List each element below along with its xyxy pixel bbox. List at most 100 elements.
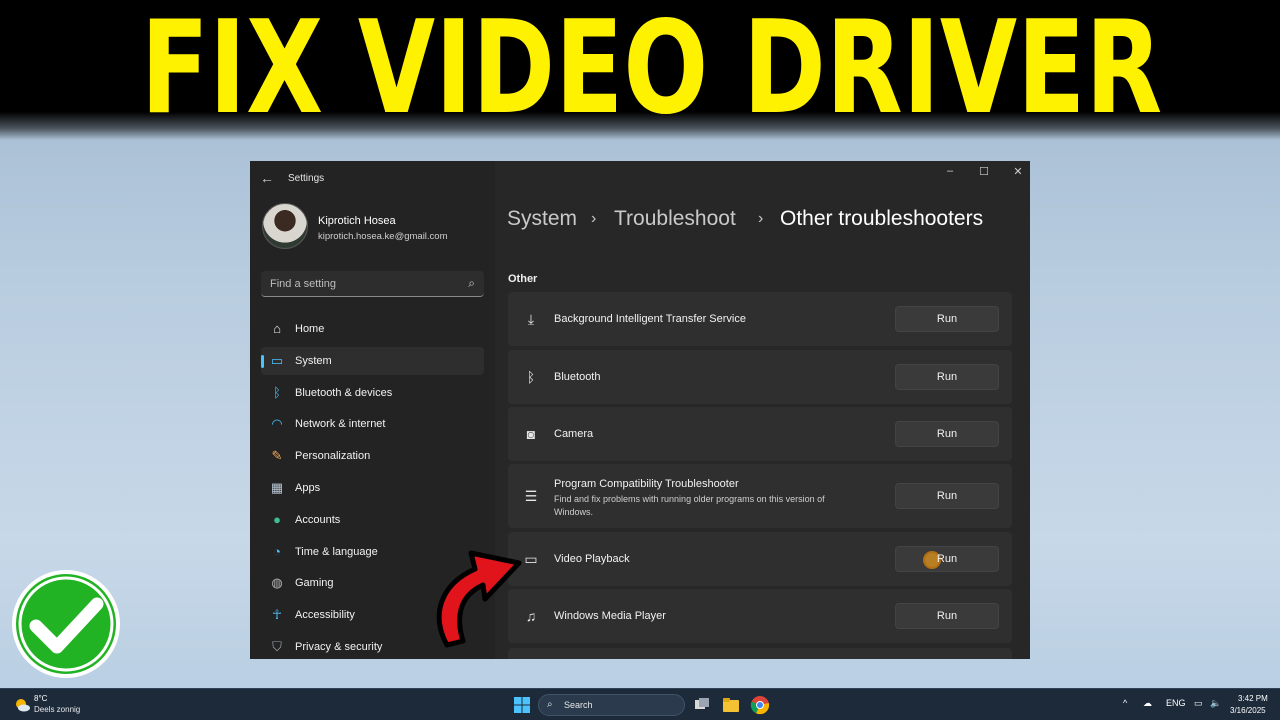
run-button-label: Run [936, 313, 958, 325]
sidebar-item-system[interactable]: ▭ System [261, 346, 484, 375]
troubleshooter-item: ♫ Windows Media Player Run [508, 589, 1012, 643]
run-button-label: Run [936, 428, 958, 440]
user-email: kiprotich.hosea.ke@gmail.com [318, 231, 448, 242]
troubleshooter-title: Camera [554, 428, 594, 440]
settings-window: ← Settings Kiprotich Hosea kiprotich.hos… [250, 161, 1030, 659]
check-badge-icon [12, 570, 120, 678]
breadcrumb-current: Other troubleshooters [780, 207, 984, 230]
brush-icon: ✎ [271, 448, 283, 464]
sidebar-item-label: Apps [295, 482, 321, 494]
section-label-other: Other [508, 273, 538, 285]
download-icon: ⤓ [527, 311, 535, 327]
camera-icon: ◙ [526, 426, 536, 442]
shield-icon: ⛉ [272, 639, 282, 654]
sidebar-item-personalization[interactable]: ✎ Personalization [261, 442, 484, 470]
sidebar-item-label: Personalization [295, 450, 371, 463]
breadcrumb-separator: › [591, 210, 597, 227]
weather-icon[interactable] [13, 696, 31, 714]
run-button[interactable]: Run [895, 603, 999, 629]
taskbar: 8°C Deels zonnig ⌕ Search ^ ☁ ENG ▭ 🔈 3:… [0, 688, 1280, 720]
run-button[interactable]: Run [895, 483, 999, 509]
globe-clock-icon: ◔ [273, 543, 281, 559]
start-icon[interactable] [512, 695, 532, 715]
troubleshooter-description: Find and fix problems with running older… [554, 494, 825, 517]
list-item-partial [508, 648, 1012, 659]
search-input[interactable]: Find a setting ⌕ [261, 271, 484, 297]
search-icon: ⌕ [547, 699, 553, 710]
sidebar-item-network-internet[interactable]: ◠ Network & internet [261, 410, 484, 438]
troubleshooter-item: ▭ Video Playback Run [508, 532, 1012, 586]
troubleshooter-title: Bluetooth [554, 371, 601, 383]
troubleshooter-item: ◙ Camera Run [508, 407, 1012, 461]
sidebar-item-bluetooth-devices[interactable]: ᛒ Bluetooth & devices [261, 379, 484, 407]
sidebar-item-label: Bluetooth & devices [295, 386, 393, 399]
sidebar-item-label: Accessibility [295, 609, 355, 622]
sidebar-item-apps[interactable]: ▦ Apps [261, 474, 484, 502]
breadcrumb-system[interactable]: System [507, 207, 577, 231]
run-button-label: Run [936, 490, 958, 502]
run-button-label: Run [936, 371, 958, 383]
maximize-button[interactable]: ☐ [974, 165, 994, 178]
account-icon: ● [273, 511, 281, 527]
avatar[interactable] [262, 203, 308, 249]
volume-icon[interactable]: 🔈 [1210, 698, 1221, 709]
run-button[interactable]: Run [895, 364, 999, 390]
accessibility-icon: ☥ [272, 607, 282, 623]
troubleshooter-title: Windows Media Player [554, 610, 666, 622]
network-icon[interactable]: ▭ [1194, 698, 1203, 709]
breadcrumb-troubleshoot[interactable]: Troubleshoot [614, 207, 736, 231]
home-icon: ⌂ [273, 321, 281, 336]
weather-desc: Deels zonnig [34, 705, 81, 714]
chevron-up-icon[interactable]: ^ [1123, 698, 1127, 708]
back-arrow-icon[interactable]: ← [260, 170, 274, 186]
minimize-button[interactable]: – [940, 165, 960, 177]
headline-title: FIX VIDEO DRIVER [140, 0, 1163, 143]
troubleshooter-item: ᛒ Bluetooth Run [508, 350, 1012, 404]
sidebar-item-label: Privacy & security [295, 641, 383, 653]
close-button[interactable]: ✕ [1008, 165, 1028, 178]
clock-date[interactable]: 3/16/2025 [1230, 706, 1266, 715]
headline-banner: FIX VIDEO DRIVER [0, 0, 1280, 140]
sidebar-item-label: Network & internet [295, 418, 386, 431]
taskbar-search-label: Search [564, 700, 593, 710]
main-panel: – ☐ ✕ System › Troubleshoot › Other trou… [495, 161, 1030, 659]
troubleshooter-title: Program Compatibility Troubleshooter [554, 478, 739, 490]
breadcrumb-separator: › [758, 210, 764, 227]
list-icon: ☰ [524, 488, 538, 504]
sidebar-item-label: Gaming [295, 577, 334, 590]
sidebar-item-label: Accounts [295, 513, 341, 526]
troubleshooter-item: ⤓ Background Intelligent Transfer Service… [508, 292, 1012, 346]
chrome-icon[interactable] [750, 695, 770, 715]
run-button[interactable]: Run [895, 306, 999, 332]
weather-temp: 8°C [34, 694, 48, 703]
sidebar-item-label: Time & language [295, 545, 378, 558]
troubleshooter-title: Background Intelligent Transfer Service [554, 313, 746, 325]
onedrive-icon[interactable]: ☁ [1143, 698, 1152, 709]
bluetooth-icon: ᛒ [526, 369, 536, 385]
run-button-label: Run [936, 553, 958, 565]
wifi-icon: ◠ [271, 416, 283, 432]
window-title: Settings [288, 173, 325, 184]
sidebar-item-home[interactable]: ⌂ Home [261, 315, 484, 343]
red-arrow-icon [436, 550, 522, 648]
file-explorer-icon[interactable] [721, 695, 741, 715]
clock-time[interactable]: 3:42 PM [1238, 694, 1268, 703]
search-icon[interactable]: ⌕ [468, 276, 475, 291]
run-button[interactable]: Run [895, 546, 999, 572]
run-button[interactable]: Run [895, 421, 999, 447]
sidebar-item-label: System [295, 354, 332, 367]
monitor-icon: ▭ [270, 352, 284, 368]
gamepad-icon: ◍ [271, 575, 283, 591]
user-name: Kiprotich Hosea [318, 215, 396, 227]
run-button-label: Run [936, 610, 958, 622]
sidebar-item-accounts[interactable]: ● Accounts [261, 506, 484, 534]
apps-icon: ▦ [270, 480, 284, 495]
task-view-icon[interactable] [692, 695, 712, 715]
bluetooth-icon: ᛒ [273, 384, 281, 400]
language-indicator[interactable]: ENG [1166, 698, 1186, 708]
sidebar-item-label: Home [295, 323, 325, 335]
troubleshooter-item: ☰ Program Compatibility Troubleshooter Fin… [508, 464, 1012, 528]
search-placeholder: Find a setting [270, 278, 337, 290]
troubleshooter-title: Video Playback [554, 553, 630, 565]
taskbar-search[interactable]: ⌕ Search [538, 694, 685, 716]
